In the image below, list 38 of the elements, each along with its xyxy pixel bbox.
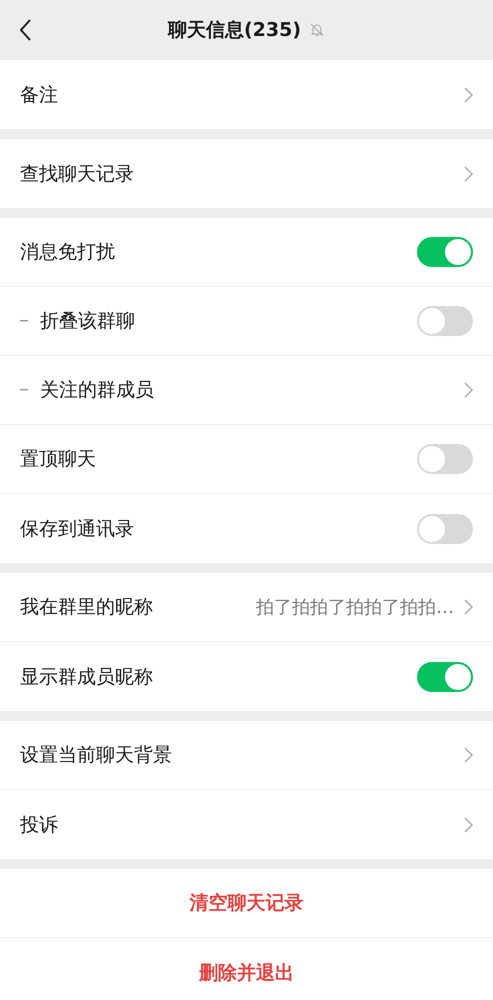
row-label: 消息免打扰: [20, 240, 115, 265]
toggle-switch[interactable]: [417, 514, 473, 544]
settings-row[interactable]: 消息免打扰: [0, 218, 493, 287]
settings-row[interactable]: 置顶聊天: [0, 425, 493, 494]
row-value: 拍了拍拍了拍拍了拍拍…: [256, 596, 454, 619]
action-button[interactable]: 清空聊天记录: [180, 884, 314, 922]
settings-row[interactable]: 备注: [0, 60, 493, 129]
window-title: 聊天信息(235): [168, 18, 302, 43]
chevron-icon: [464, 816, 473, 832]
chevron-icon: [464, 599, 473, 615]
row-label: 查找聊天记录: [20, 162, 134, 186]
settings-row[interactable]: 我在群里的昵称 拍了拍拍了拍拍了拍拍…: [0, 573, 493, 642]
toggle-switch[interactable]: [417, 237, 473, 267]
toggle-switch[interactable]: [417, 306, 473, 336]
chevron-icon: [464, 382, 473, 398]
settings-row[interactable]: 设置当前聊天背景: [0, 721, 493, 790]
settings-row[interactable]: 保存到通讯录: [0, 494, 493, 563]
row-label: 折叠该群聊: [40, 309, 135, 334]
chevron-icon: [464, 86, 473, 102]
chevron-icon: [464, 747, 473, 763]
settings-row[interactable]: 显示群成员昵称: [0, 642, 493, 711]
row-label: 显示群成员昵称: [20, 664, 153, 690]
row-label: 设置当前聊天背景: [20, 743, 172, 768]
settings-row[interactable]: 查找聊天记录: [0, 139, 493, 208]
toggle-switch[interactable]: [417, 444, 473, 474]
row-label: 关注的群成员: [40, 378, 154, 403]
chevron-icon: [464, 166, 473, 182]
back-icon[interactable]: [18, 18, 32, 42]
row-label: 备注: [20, 82, 58, 108]
row-label: 投诉: [20, 812, 58, 838]
settings-row[interactable]: 折叠该群聊: [0, 287, 493, 356]
action-button[interactable]: 删除并退出: [189, 954, 304, 992]
row-label: 置顶聊天: [20, 447, 96, 472]
row-label: 我在群里的昵称: [20, 595, 153, 620]
row-label: 保存到通讯录: [20, 516, 134, 542]
settings-row[interactable]: 投诉: [0, 790, 493, 859]
toggle-switch[interactable]: [417, 662, 473, 692]
settings-row[interactable]: 关注的群成员: [0, 356, 493, 425]
